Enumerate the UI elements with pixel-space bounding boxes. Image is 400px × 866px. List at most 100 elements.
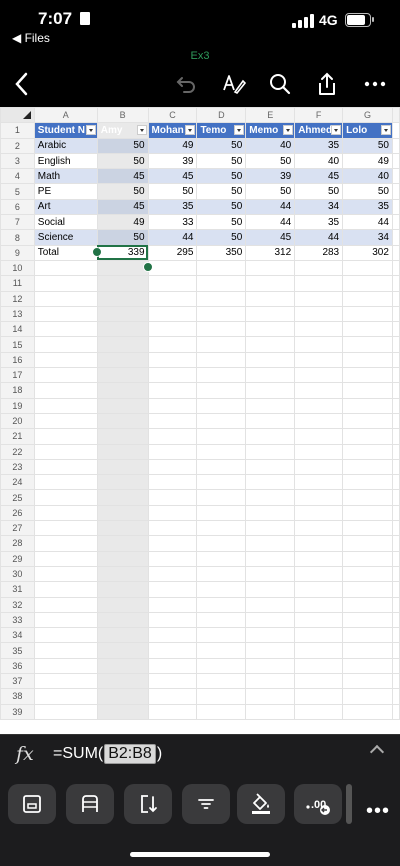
grid-cell[interactable] (147, 627, 198, 644)
grid-cell[interactable] (196, 443, 247, 460)
grid-cell[interactable] (391, 688, 400, 705)
row-header[interactable]: 10 (0, 259, 35, 277)
selection-handle-bottom[interactable] (143, 262, 153, 272)
grid-cell[interactable] (245, 596, 296, 613)
grid-cell[interactable] (147, 382, 198, 399)
grid-cell[interactable] (294, 672, 344, 690)
grid-cell[interactable] (96, 275, 149, 292)
grid-cell[interactable] (342, 321, 393, 338)
filter-dropdown-icon[interactable] (85, 125, 96, 136)
grid-cell[interactable] (196, 565, 247, 583)
grid-cell[interactable]: Social (33, 214, 98, 231)
row-header[interactable]: 32 (0, 596, 35, 613)
grid-cell[interactable] (294, 321, 344, 338)
grid-cell[interactable] (342, 290, 393, 307)
grid-cell[interactable] (294, 504, 344, 522)
table-header-cell[interactable]: Student N (33, 122, 98, 139)
table-header-cell[interactable]: Temo (196, 122, 247, 139)
grid-cell[interactable] (391, 275, 400, 292)
grid-cell[interactable] (342, 672, 393, 690)
grid-cell[interactable] (294, 443, 344, 460)
grid-cell[interactable] (342, 596, 393, 613)
grid-cell[interactable] (33, 581, 98, 598)
grid-cell[interactable] (391, 474, 400, 491)
selection-handle-top[interactable] (92, 247, 102, 257)
filter-dropdown-icon[interactable] (136, 125, 147, 136)
grid-cell[interactable] (96, 627, 149, 644)
grid-cell[interactable] (96, 428, 149, 445)
total-cell[interactable]: Total (33, 244, 98, 261)
grid-cell[interactable] (342, 642, 393, 659)
grid-cell[interactable]: 50 (196, 152, 247, 170)
total-cell[interactable]: 295 (147, 244, 198, 261)
grid-cell[interactable]: Arabic (33, 137, 98, 154)
grid-cell[interactable] (33, 550, 98, 567)
grid-cell[interactable] (245, 321, 296, 338)
grid-cell[interactable] (147, 489, 198, 506)
grid-cell[interactable] (294, 596, 344, 613)
grid-cell[interactable] (391, 336, 400, 353)
table-header-cell[interactable]: Lolo (342, 122, 393, 139)
grid-cell[interactable] (294, 305, 344, 323)
grid-cell[interactable] (96, 412, 149, 430)
grid-cell[interactable] (33, 504, 98, 522)
grid-cell[interactable] (342, 688, 393, 705)
row-header[interactable]: 24 (0, 474, 35, 491)
row-header[interactable]: 39 (0, 703, 35, 720)
grid-cell[interactable] (196, 550, 247, 567)
column-header-a[interactable]: A (33, 107, 98, 124)
grid-cell[interactable] (342, 489, 393, 506)
grid-cell[interactable] (96, 443, 149, 460)
grid-cell[interactable] (96, 657, 149, 674)
grid-cell[interactable] (391, 290, 400, 307)
grid-cell[interactable] (33, 458, 98, 476)
select-all-corner[interactable] (0, 107, 35, 124)
share-icon[interactable] (311, 68, 343, 100)
row-header[interactable]: 4 (0, 168, 35, 185)
grid-cell[interactable] (245, 367, 296, 384)
grid-cell[interactable] (196, 474, 247, 491)
grid-cell[interactable]: 44 (294, 229, 344, 246)
grid-cell[interactable] (342, 565, 393, 583)
grid-cell[interactable]: 33 (147, 214, 198, 231)
grid-cell[interactable] (96, 321, 149, 338)
grid-cell[interactable] (294, 688, 344, 705)
column-header-d[interactable]: D (196, 107, 247, 124)
decimal-places-button[interactable]: .00 (294, 784, 342, 824)
row-header[interactable]: 36 (0, 657, 35, 674)
row-header[interactable]: 31 (0, 581, 35, 598)
grid-cell[interactable] (391, 122, 400, 139)
table-header-cell[interactable]: Mohan (147, 122, 198, 139)
grid-cell[interactable] (294, 397, 344, 414)
grid-cell[interactable] (196, 596, 247, 613)
grid-cell[interactable] (294, 290, 344, 307)
formula-range[interactable]: B2:B8 (104, 744, 156, 764)
grid-cell[interactable]: 45 (294, 168, 344, 185)
grid-cell[interactable] (245, 627, 296, 644)
grid-cell[interactable] (245, 305, 296, 323)
grid-cell[interactable] (33, 321, 98, 338)
table-header-cell[interactable]: Memo (245, 122, 296, 139)
grid-cell[interactable] (342, 428, 393, 445)
grid-cell[interactable] (196, 428, 247, 445)
grid-cell[interactable] (196, 305, 247, 323)
grid-cell[interactable] (391, 397, 400, 414)
grid-cell[interactable] (391, 565, 400, 583)
grid-cell[interactable] (147, 596, 198, 613)
formula-input[interactable]: =SUM( B2:B8 ) (53, 744, 162, 764)
grid-cell[interactable] (342, 351, 393, 369)
grid-cell[interactable] (196, 489, 247, 506)
grid-cell[interactable]: 50 (342, 137, 393, 154)
grid-cell[interactable] (33, 275, 98, 292)
grid-cell[interactable] (391, 489, 400, 506)
grid-cell[interactable] (196, 688, 247, 705)
grid-cell[interactable] (33, 443, 98, 460)
grid-cell[interactable] (33, 627, 98, 644)
row-header[interactable]: 30 (0, 565, 35, 583)
grid-cell[interactable] (391, 596, 400, 613)
grid-cell[interactable] (294, 382, 344, 399)
grid-cell[interactable] (245, 290, 296, 307)
grid-cell[interactable] (96, 474, 149, 491)
grid-cell[interactable] (294, 627, 344, 644)
grid-cell[interactable] (33, 474, 98, 491)
